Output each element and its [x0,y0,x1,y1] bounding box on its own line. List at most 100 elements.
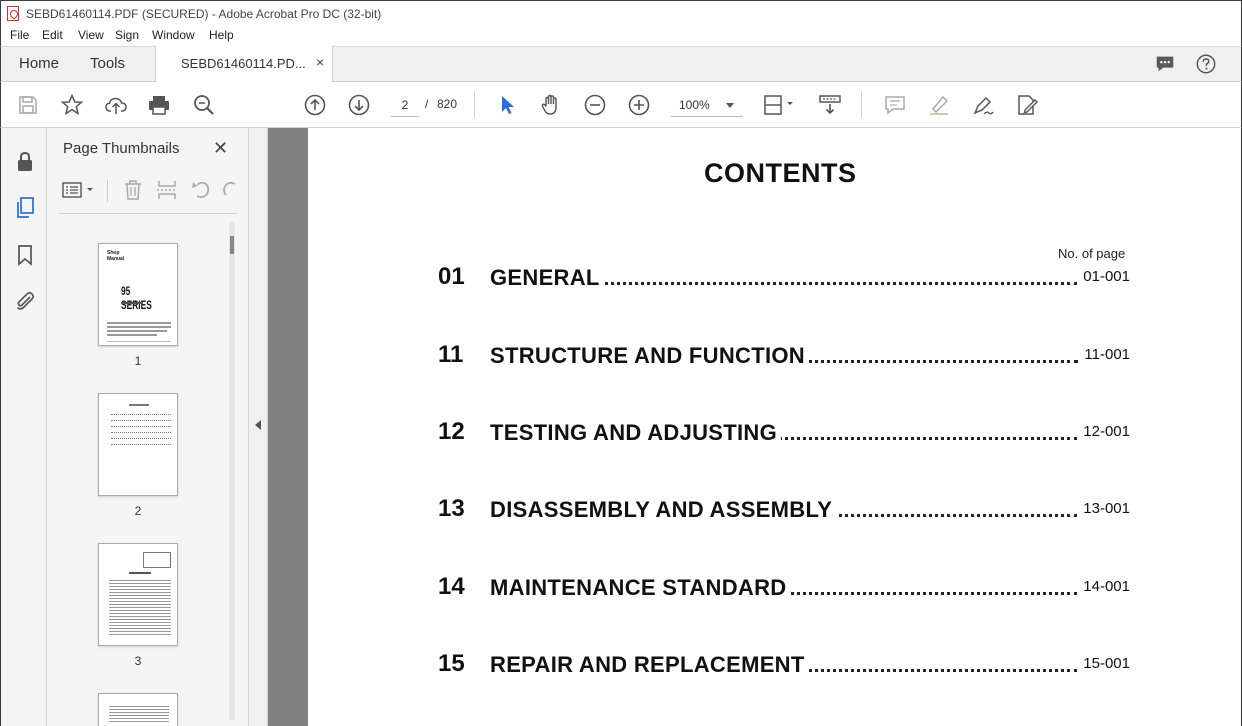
edit-pdf-icon[interactable] [1015,93,1039,117]
toc-entry-number: 11 [438,341,464,368]
rotate-clockwise-icon[interactable] [219,178,237,202]
previous-page-icon[interactable] [303,93,327,117]
thumbnail-line [111,438,171,439]
toc-entry-label: GENERAL [490,265,604,291]
menu-file[interactable]: File [10,28,29,42]
toc-leader-dots [598,267,1078,285]
toolbar-divider [861,92,862,118]
attachment-icon[interactable] [13,289,37,313]
menu-help[interactable]: Help [209,28,234,42]
main-toolbar: 2 / 820 100% [0,82,1242,128]
thumbnail-table [109,578,171,636]
toc-entry-number: 12 [438,418,465,445]
page-thumbnails-icon[interactable] [13,196,37,220]
toc-entry-page: 13-001 [1077,500,1130,517]
menu-sign[interactable]: Sign [115,28,139,42]
toc-entry-page: 11-001 [1078,346,1130,363]
toc-entry: 01 GENERAL 01-001 [438,263,1138,293]
page-number-input[interactable]: 2 [391,93,419,117]
bookmark-icon[interactable] [13,243,37,267]
page-thumbnail[interactable] [98,693,178,726]
toc-entry-page: 15-001 [1077,655,1130,672]
panel-splitter[interactable] [249,128,268,726]
menu-bar: File Edit View Sign Window Help [0,26,1242,46]
tab-tools[interactable]: Tools [90,55,125,72]
select-cursor-icon[interactable] [495,93,519,117]
thumbnail-options-icon[interactable] [61,178,97,202]
sign-pen-icon[interactable] [971,93,995,117]
thumbnail-line [107,341,171,342]
toc-entry: 11 STRUCTURE AND FUNCTION 11-001 [438,341,1138,371]
left-navigation-rail [0,128,47,726]
toc-entry-number: 15 [438,650,465,677]
page-thumbnails-panel: Page Thumbnails ✕ ShopManual 95 SERIES [47,128,249,726]
comment-icon[interactable] [1154,53,1176,75]
panel-title: Page Thumbnails [63,140,180,157]
zoom-search-icon[interactable] [192,93,216,117]
thumbnail-toolbar [59,176,237,214]
toc-entry: 14 MAINTENANCE STANDARD 14-001 [438,573,1138,603]
close-tab-icon[interactable]: × [316,54,324,70]
collapse-panel-icon[interactable] [255,420,261,430]
page-thumbnail[interactable] [98,393,178,496]
thumbnail-line [111,426,171,427]
toc-entry-label: DISASSEMBLY AND ASSEMBLY [490,497,837,523]
toc-entry-page: 14-001 [1077,578,1130,595]
highlighter-icon[interactable] [927,93,951,117]
thumbnail-line [121,302,143,304]
scroll-mode-icon[interactable] [818,93,842,117]
thumbnail-page-number: 3 [134,654,142,668]
toc-entry: 12 TESTING AND ADJUSTING 12-001 [438,418,1138,448]
toc-entry-page: 12-001 [1077,423,1130,440]
add-comment-icon[interactable] [883,93,907,117]
zoom-in-icon[interactable] [627,93,651,117]
thumbnail-scrollbar[interactable] [229,222,235,720]
toc-entry-number: 01 [438,263,465,290]
page-thumbnail[interactable] [98,543,178,646]
hand-tool-icon[interactable] [539,93,563,117]
star-icon[interactable] [60,93,84,117]
page-total: 820 [437,97,458,111]
extract-page-icon[interactable] [155,178,179,202]
thumbnail-cover-text: Shop Manual [107,250,125,262]
thumbnail-line [111,414,171,415]
thumbnail-line [107,330,167,332]
thumbnail-series-title: 95 SERIES [121,284,152,312]
toc-entry-label: STRUCTURE AND FUNCTION [490,343,809,369]
document-viewport[interactable]: CONTENTS No. of page 01 GENERAL 01-001 1… [268,128,1242,726]
delete-page-icon[interactable] [121,178,145,202]
thumbnail-line [129,404,149,406]
toc-entry-label: REPAIR AND REPLACEMENT [490,652,809,678]
thumbnail-line [111,432,171,433]
toc-entry-number: 13 [438,495,465,522]
scrollbar-handle[interactable] [230,236,234,254]
menu-edit[interactable]: Edit [42,28,63,42]
upload-cloud-icon[interactable] [104,93,128,117]
thumbnail-line [107,322,171,324]
zoom-level-select[interactable]: 100% [671,93,743,117]
tab-bar: Home Tools SEBD61460114.PD... × [0,46,1242,83]
print-icon[interactable] [147,93,171,117]
title-bar: SEBD61460114.PDF (SECURED) - Adobe Acrob… [0,0,1242,26]
tab-home[interactable]: Home [19,55,59,72]
lock-icon[interactable] [13,150,37,174]
pdf-app-icon [7,6,19,21]
thumbnail-table [143,552,171,568]
menu-view[interactable]: View [78,28,104,42]
thumbnail-page-number: 1 [134,354,142,368]
save-icon[interactable] [16,93,40,117]
help-icon[interactable] [1195,53,1217,75]
thumbnail-line [111,420,171,421]
next-page-icon[interactable] [347,93,371,117]
window-title: SEBD61460114.PDF (SECURED) - Adobe Acrob… [26,7,382,21]
chevron-down-icon [726,103,734,108]
page-fit-icon[interactable] [762,93,796,117]
rotate-counterclockwise-icon[interactable] [189,178,213,202]
menu-window[interactable]: Window [152,28,195,42]
zoom-level-value: 100% [679,98,710,112]
tab-document[interactable]: SEBD61460114.PD... × [155,46,333,83]
page-thumbnail[interactable]: Shop Manual 95 SERIES [98,243,178,346]
document-page: CONTENTS No. of page 01 GENERAL 01-001 1… [308,128,1241,726]
close-panel-icon[interactable]: ✕ [213,138,228,159]
zoom-out-icon[interactable] [583,93,607,117]
